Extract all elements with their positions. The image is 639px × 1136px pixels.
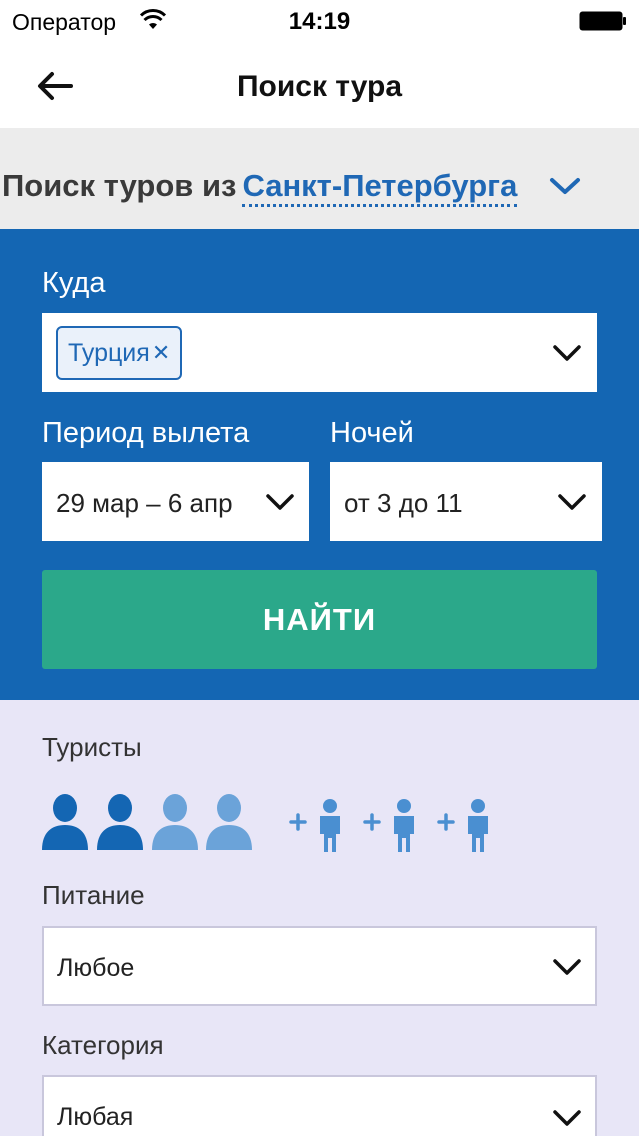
- add-child-icon[interactable]: [288, 798, 350, 854]
- close-icon[interactable]: ✕: [152, 340, 170, 366]
- page-title: Поиск тура: [236, 70, 403, 103]
- chevron-down-icon[interactable]: [548, 174, 582, 198]
- meal-value: Любое: [57, 954, 135, 982]
- destination-chip[interactable]: Турция ✕: [56, 326, 183, 380]
- destination-label: Куда: [42, 267, 106, 299]
- battery-icon: [579, 11, 626, 31]
- departure-city-link[interactable]: Санкт-Петербурга: [242, 168, 518, 207]
- category-value: Любая: [57, 1103, 134, 1131]
- destination-chip-label: Турция: [68, 338, 150, 367]
- chevron-down-icon: [553, 1110, 581, 1126]
- meal-label: Питание: [42, 880, 145, 910]
- chevron-down-icon: [266, 494, 294, 510]
- status-bar: Оператор 14:19: [0, 0, 639, 44]
- meal-select[interactable]: Любое: [42, 926, 597, 1006]
- departure-prefix: Поиск туров из: [2, 168, 237, 203]
- chevron-down-icon: [558, 494, 586, 510]
- period-value: 29 мар – 6 апр: [56, 488, 233, 518]
- category-label: Категория: [42, 1030, 164, 1060]
- search-panel: Куда Турция ✕ Период вылета Ночей 29 мар…: [0, 229, 639, 700]
- status-time: 14:19: [288, 8, 351, 35]
- find-button[interactable]: НАЙТИ: [42, 570, 597, 669]
- adult-icon[interactable]: [150, 792, 200, 854]
- add-child-icon[interactable]: [436, 798, 498, 854]
- departure-city-band: Поиск туров из Санкт-Петербурга: [0, 128, 639, 229]
- departure-line: Поиск туров из Санкт-Петербурга: [2, 168, 518, 207]
- destination-select[interactable]: Турция ✕: [42, 313, 597, 392]
- period-select[interactable]: 29 мар – 6 апр: [42, 462, 309, 541]
- tourists-label: Туристы: [42, 732, 142, 762]
- adult-icon[interactable]: [204, 792, 254, 854]
- adult-icon[interactable]: [40, 792, 90, 854]
- category-select[interactable]: Любая: [42, 1075, 597, 1136]
- add-child-icon[interactable]: [362, 798, 424, 854]
- adult-icon[interactable]: [95, 792, 145, 854]
- nights-label: Ночей: [330, 417, 414, 449]
- chevron-down-icon: [553, 345, 581, 361]
- nav-bar: Поиск тура: [0, 44, 639, 128]
- period-label: Период вылета: [42, 417, 250, 449]
- nights-select[interactable]: от 3 до 11: [330, 462, 602, 541]
- search-parameters: Туристы Питание Любое Категория Любая: [0, 700, 639, 1136]
- nights-value: от 3 до 11: [344, 488, 463, 518]
- chevron-down-icon: [553, 959, 581, 975]
